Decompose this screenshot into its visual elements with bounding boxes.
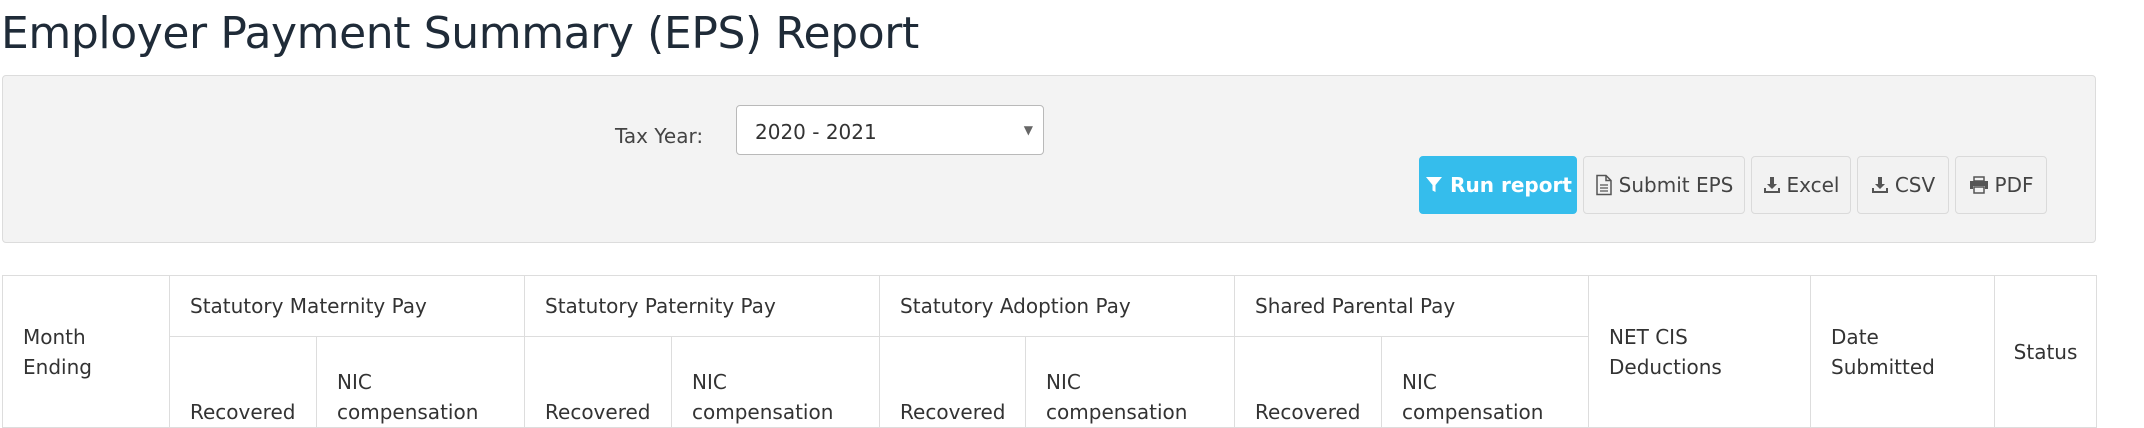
caret-down-icon: ▼ <box>1023 123 1033 137</box>
col-month-ending[interactable]: Month Ending <box>2 275 170 428</box>
document-icon <box>1595 174 1613 196</box>
group-statutory-adoption-pay: Statutory Adoption Pay <box>879 275 1236 337</box>
table-header-groups: Month Ending Statutory Maternity Pay Stat… <box>2 275 2098 428</box>
download-icon <box>1871 176 1889 194</box>
excel-export-label: Excel <box>1786 173 1840 197</box>
funnel-icon <box>1424 175 1444 195</box>
eps-report-table: Month Ending Statutory Maternity Pay Stat… <box>2 275 2098 428</box>
csv-export-label: CSV <box>1894 173 1936 197</box>
tax-year-label: Tax Year: <box>615 124 704 148</box>
col-net-cis-deductions[interactable]: NET CIS Deductions <box>1588 275 1812 428</box>
run-report-button[interactable]: Run report <box>1419 156 1577 214</box>
printer-icon <box>1969 176 1989 194</box>
col-date-submitted[interactable]: Date Submitted <box>1810 275 1996 428</box>
excel-export-button[interactable]: Excel <box>1751 156 1851 214</box>
csv-export-button[interactable]: CSV <box>1857 156 1949 214</box>
submit-eps-label: Submit EPS <box>1618 173 1734 197</box>
page-title: Employer Payment Summary (EPS) Report <box>1 8 919 59</box>
col-status[interactable]: Status <box>1994 275 2098 428</box>
tax-year-value: 2020 - 2021 <box>755 120 877 144</box>
pdf-export-label: PDF <box>1994 173 2034 197</box>
run-report-label: Run report <box>1450 173 1572 197</box>
group-statutory-maternity-pay: Statutory Maternity Pay <box>168 275 526 337</box>
submit-eps-button[interactable]: Submit EPS <box>1583 156 1745 214</box>
tax-year-select[interactable]: 2020 - 2021 ▼ <box>736 105 1044 155</box>
group-shared-parental-pay: Shared Parental Pay <box>1234 275 1590 337</box>
group-statutory-paternity-pay: Statutory Paternity Pay <box>524 275 881 337</box>
download-icon <box>1763 176 1781 194</box>
pdf-export-button[interactable]: PDF <box>1955 156 2047 214</box>
filter-panel: Tax Year: 2020 - 2021 ▼ Run report Submi… <box>2 75 2096 243</box>
